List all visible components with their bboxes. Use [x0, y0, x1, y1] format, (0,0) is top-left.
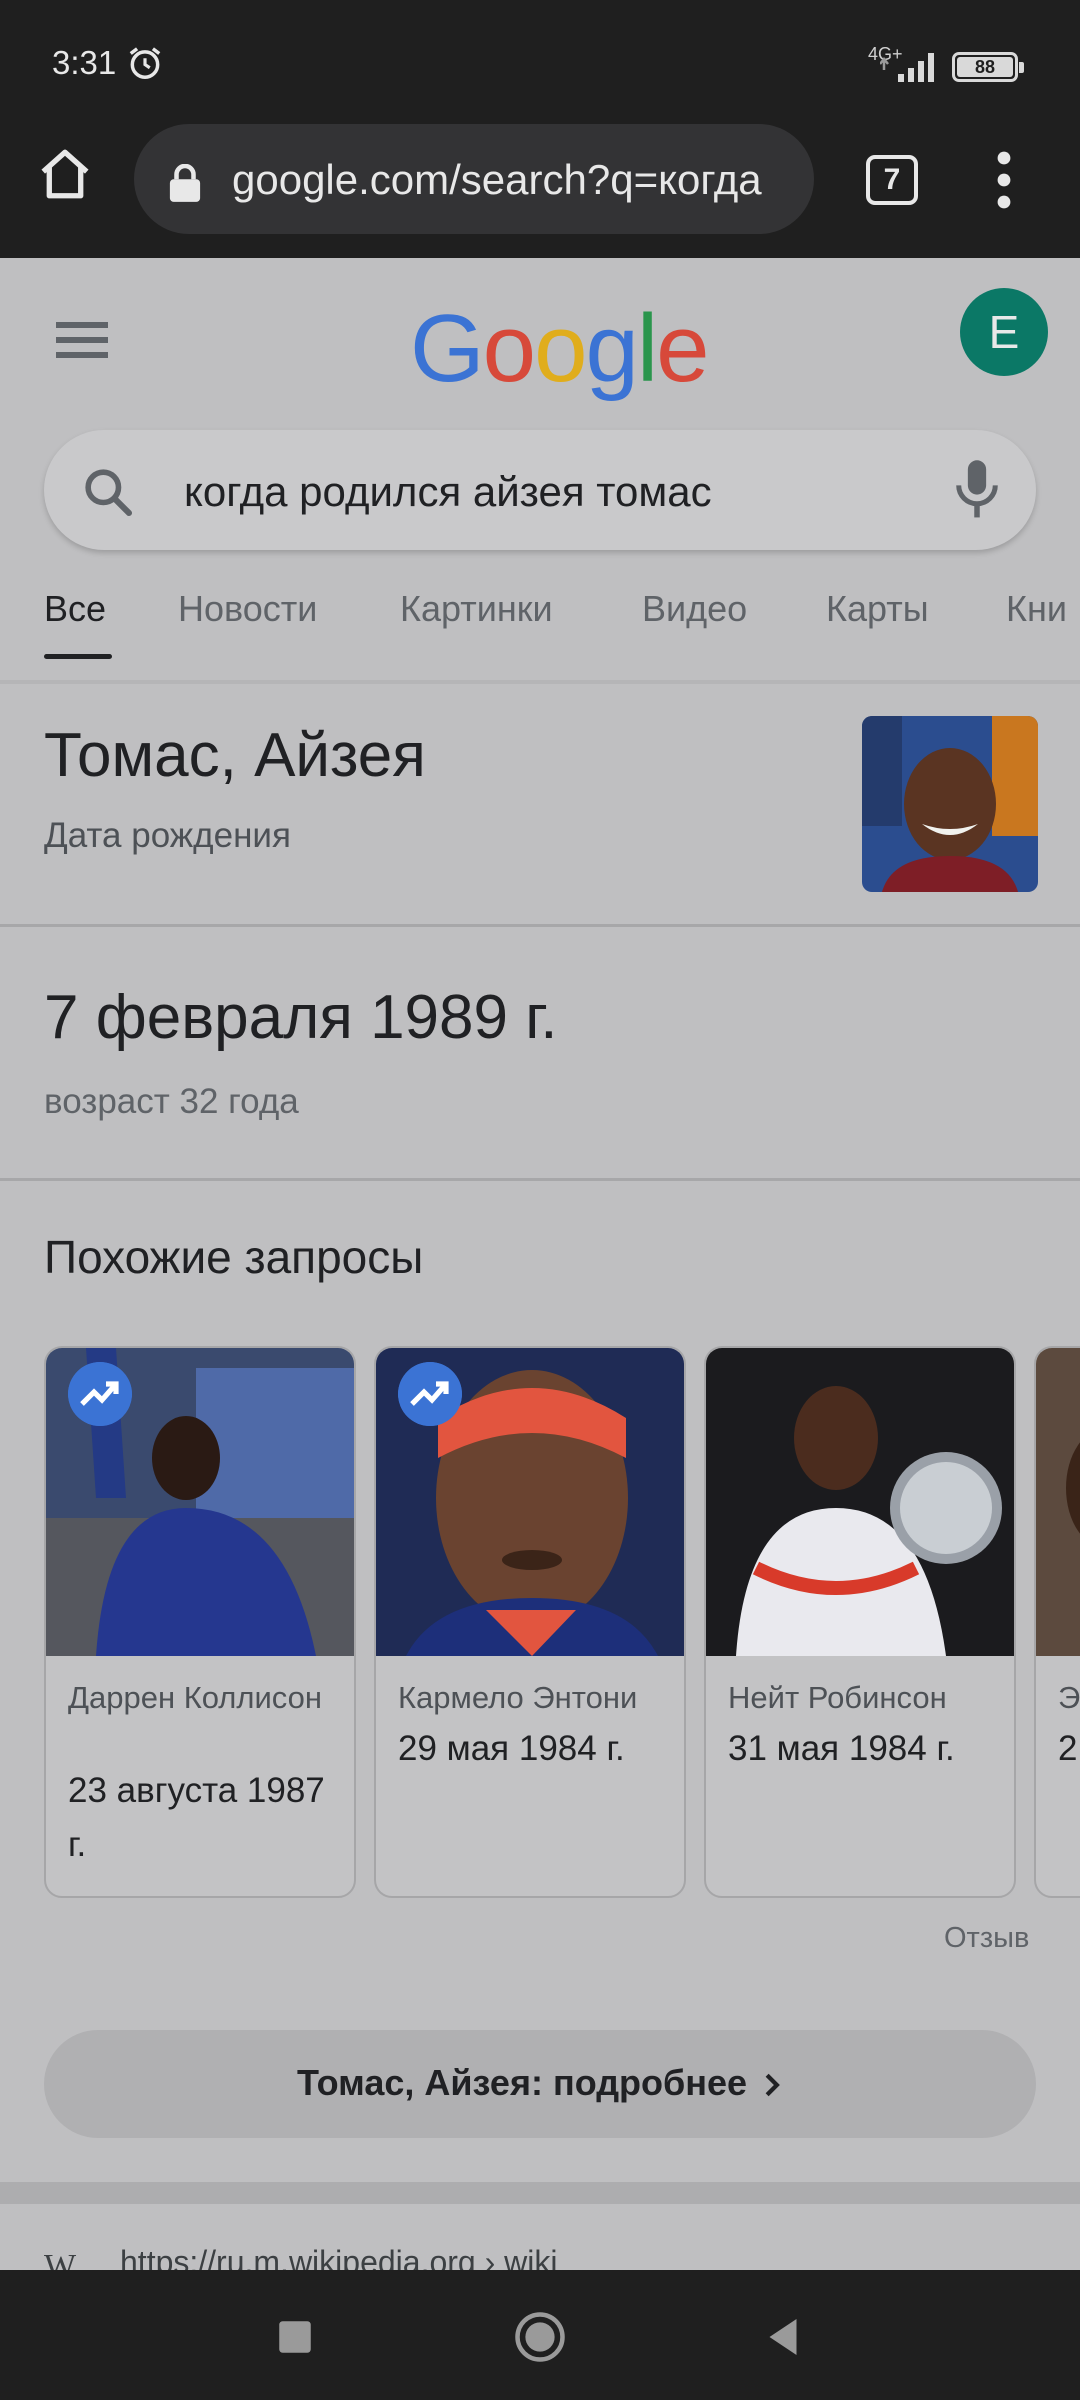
logo-letter: g [585, 295, 638, 402]
logo-letter: e [656, 295, 709, 402]
logo-letter: o [534, 295, 587, 402]
mic-icon[interactable] [952, 458, 1002, 522]
card-date: 2 1 [1058, 1729, 1080, 1768]
search-icon[interactable] [80, 464, 136, 520]
logo-letter: o [482, 295, 536, 402]
active-tab-indicator [44, 654, 112, 659]
tab-books[interactable]: Кни [1006, 588, 1067, 630]
entity-title[interactable]: Томас, Айзея [44, 720, 426, 791]
google-logo[interactable]: Google [410, 294, 710, 404]
home-nav-icon[interactable] [513, 2310, 567, 2364]
more-about-text: Томас, Айзея: подробнее [296, 2062, 748, 2103]
status-bar: 3:31 4G+ 88 [0, 0, 1080, 130]
more-about-button[interactable]: Томас, Айзея: подробнее [44, 2030, 1036, 2138]
chevron-right-icon [765, 2073, 780, 2097]
card-date: 29 мая 1984 г. [398, 1729, 625, 1768]
search-results-page: Google E когда родился айзея томас Все Н… [0, 258, 1080, 2270]
entity-photo[interactable] [862, 716, 1038, 892]
lock-icon [169, 164, 201, 202]
back-icon[interactable] [756, 2310, 810, 2364]
wiki-result-url[interactable]: https://ru.m.wikipedia.org › wiki [120, 2244, 557, 2270]
card-name: Кармело Энтони [398, 1680, 638, 1715]
recents-icon[interactable] [268, 2310, 322, 2364]
tab-images[interactable]: Картинки [400, 588, 553, 630]
signal-icon [880, 53, 934, 82]
related-card[interactable]: Э 2 1 [1034, 1346, 1080, 1898]
tabs-divider [0, 680, 1080, 684]
trending-up-icon [398, 1362, 462, 1426]
related-card[interactable]: Нейт Робинсон 31 мая 1984 г. [704, 1346, 1016, 1898]
logo-letter: G [410, 295, 485, 402]
trending-up-icon [68, 1362, 132, 1426]
alarm-icon [129, 47, 161, 79]
card-name: Э [1058, 1680, 1080, 1715]
more-about-label: Томас, Айзея: подробнее [44, 2062, 1036, 2104]
card-photo [1036, 1348, 1080, 1656]
tab-maps[interactable]: Карты [826, 588, 929, 630]
related-title: Похожие запросы [44, 1231, 424, 1283]
card-date: 23 августа 1987 г. [68, 1771, 325, 1864]
card-name: Даррен Коллисон [68, 1680, 323, 1715]
more-vert-icon[interactable] [984, 150, 1024, 210]
card-name: Нейт Робинсон [728, 1680, 947, 1715]
answer-age: возраст 32 года [44, 1082, 299, 1121]
tab-switcher-button[interactable]: 7 [866, 155, 918, 205]
logo-letter: l [636, 295, 658, 402]
status-time: 3:31 [52, 44, 117, 81]
related-card[interactable]: Даррен Коллисон 23 августа 1987 г. [44, 1346, 356, 1898]
card-photo [706, 1348, 1014, 1656]
home-icon[interactable] [36, 145, 94, 203]
answer-divider [0, 1178, 1080, 1181]
tab-all[interactable]: Все [44, 588, 106, 630]
hamburger-icon[interactable] [56, 320, 108, 360]
tab-news[interactable]: Новости [178, 588, 317, 630]
feedback-link[interactable]: Отзыв [944, 1922, 1029, 1955]
answer-date: 7 февраля 1989 г. [44, 983, 558, 1052]
card-date: 31 мая 1984 г. [728, 1729, 955, 1768]
battery-level: 88 [957, 57, 1013, 77]
search-tabs: Все Новости Картинки Видео Карты Кни [0, 588, 1080, 672]
account-avatar[interactable]: E [960, 288, 1048, 376]
section-gap [0, 2182, 1080, 2204]
entity-subtitle: Дата рождения [44, 816, 291, 855]
tab-video[interactable]: Видео [642, 588, 747, 630]
related-card[interactable]: Кармело Энтони 29 мая 1984 г. [374, 1346, 686, 1898]
card-photo [46, 1348, 354, 1656]
wikipedia-icon: W [44, 2248, 77, 2270]
panel-divider [0, 924, 1080, 927]
card-photo [376, 1348, 684, 1656]
url-text[interactable]: google.com/search?q=когда [232, 156, 792, 204]
battery-icon: 88 [952, 52, 1024, 82]
search-input[interactable]: когда родился айзея томас [184, 468, 712, 516]
